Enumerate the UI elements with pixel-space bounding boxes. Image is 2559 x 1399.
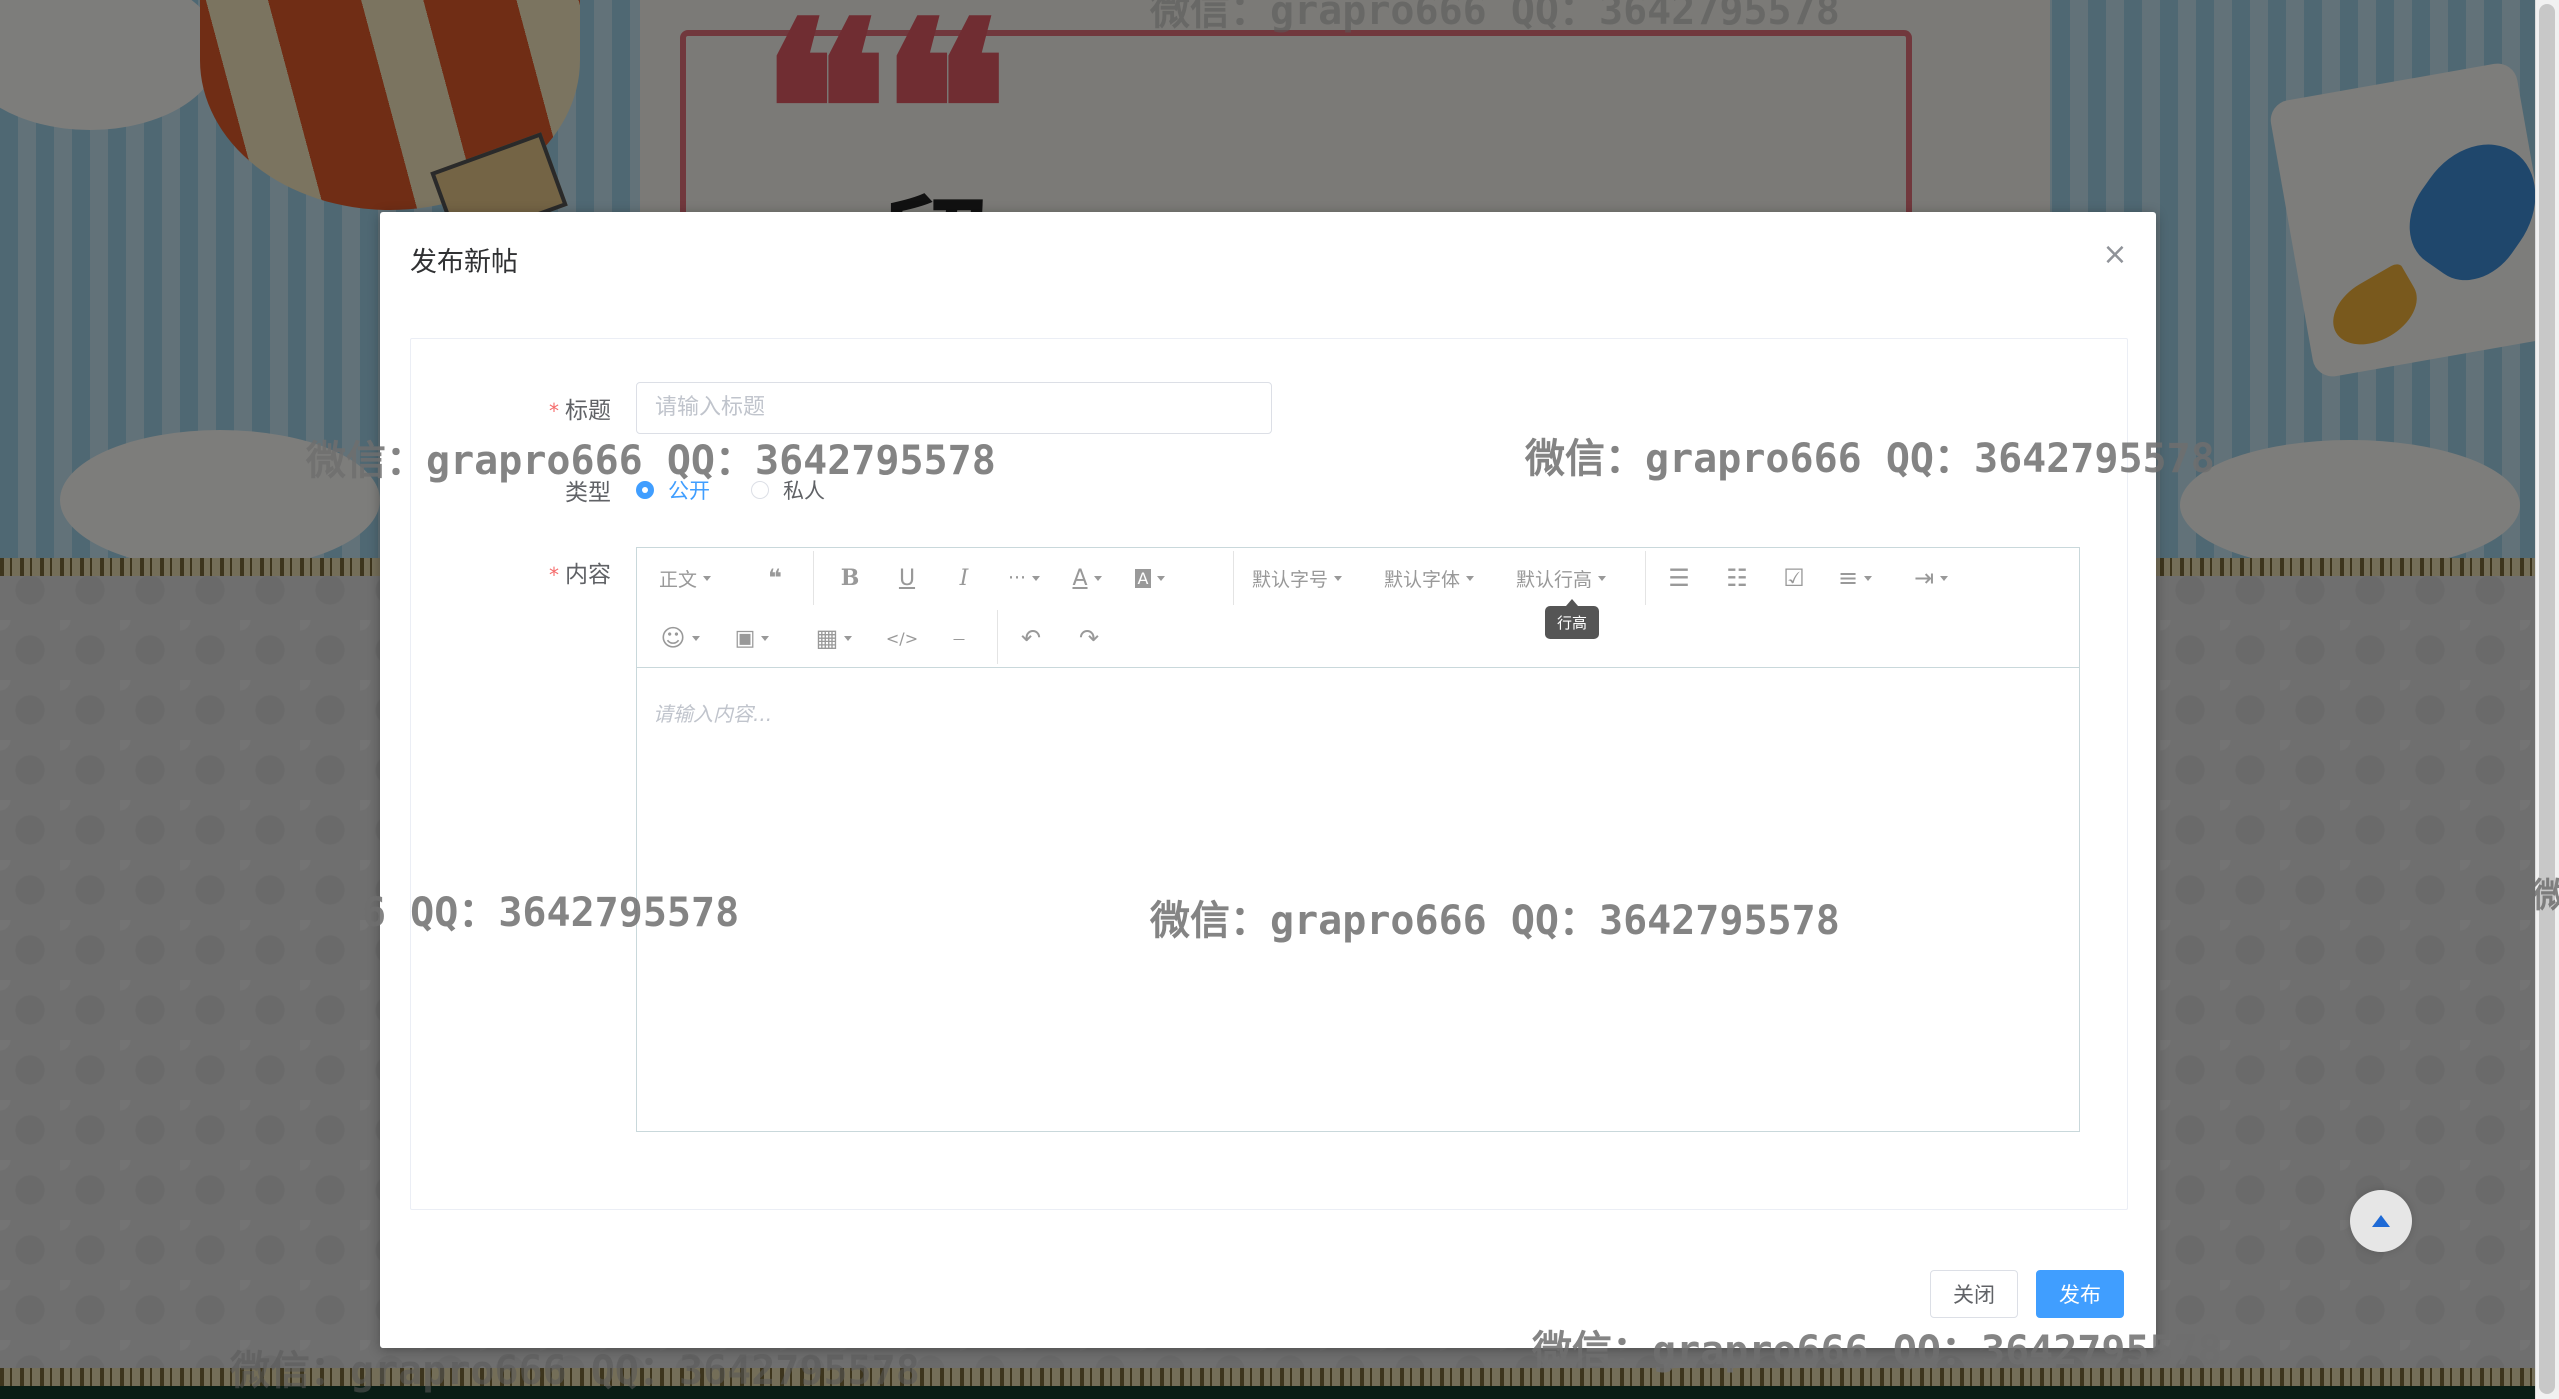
caret-down-icon (1334, 575, 1342, 581)
caret-down-icon (1466, 575, 1474, 581)
watermark: 6 QQ：3642795578 (362, 890, 740, 936)
caret-down-icon (1093, 575, 1102, 581)
close-button[interactable]: 关闭 (1930, 1270, 2018, 1318)
toolbar-separator (1645, 551, 1646, 605)
rich-text-editor: 正文 ❝ B U I ··· A A 默认字号 默认字体 默认行高 ☰ ☷ ☑ … (636, 547, 2080, 1132)
bg-color-icon[interactable]: A (1125, 558, 1175, 598)
bg-color-icon-glyph: A (1134, 568, 1152, 588)
font-size-label: 默认字号 (1251, 568, 1328, 591)
italic-icon[interactable]: I (944, 558, 984, 598)
caret-down-icon (844, 635, 853, 641)
indent-icon[interactable]: ⇥ (1903, 558, 1959, 598)
back-to-top-button[interactable] (2350, 1190, 2412, 1252)
publish-button[interactable]: 发布 (2036, 1270, 2124, 1318)
editor-placeholder[interactable]: 请输入内容... (653, 698, 772, 727)
editor-toolbar: 正文 ❝ B U I ··· A A 默认字号 默认字体 默认行高 ☰ ☷ ☑ … (637, 548, 2079, 668)
font-color-icon[interactable]: A (1062, 558, 1112, 598)
line-height-tooltip: 行高 (1545, 599, 1600, 639)
toolbar-separator (1233, 551, 1234, 605)
caret-down-icon (1032, 575, 1041, 581)
caret-down-icon (1864, 575, 1873, 581)
bold-icon[interactable]: B (830, 558, 870, 598)
code-icon[interactable]: </> (882, 618, 922, 658)
redo-icon[interactable]: ↷ (1069, 618, 1109, 658)
justify-icon-glyph: ≡ (1837, 564, 1859, 592)
indent-icon-glyph: ⇥ (1913, 564, 1935, 592)
title-label-text: 标题 (565, 398, 611, 424)
page-root: ❝ ❝ 留 发布新帖 × *标题 请输入标题 类型 公开 (0, 0, 2559, 1399)
more-icon[interactable]: ··· (999, 558, 1049, 598)
required-mark: * (549, 399, 559, 423)
undo-icon[interactable]: ↶ (1011, 618, 1051, 658)
justify-icon[interactable]: ≡ (1827, 558, 1883, 598)
title-label: * 标题 (411, 391, 611, 425)
blockquote-icon[interactable]: ❝ (755, 558, 795, 598)
image-icon[interactable]: ▣ (727, 618, 777, 658)
dialog-title: 发布新帖 (410, 247, 518, 278)
numbered-list-icon[interactable]: ☷ (1717, 558, 1757, 598)
bulleted-list-icon[interactable]: ☰ (1659, 558, 1699, 598)
close-icon[interactable]: × (2100, 240, 2130, 270)
caret-down-icon (1157, 575, 1166, 581)
paragraph-format-select[interactable]: 正文 (655, 558, 715, 598)
page-scrollbar-thumb[interactable] (2539, 4, 2555, 1394)
line-height-label: 默认行高 (1515, 568, 1592, 591)
content-label-text: 内容 (565, 562, 611, 588)
caret-down-icon (1940, 575, 1949, 581)
font-family-select[interactable]: 默认字体 (1379, 558, 1479, 598)
watermark: 微 (2532, 876, 2559, 916)
emoji-icon[interactable]: ☺ (655, 618, 705, 658)
paragraph-format-label: 正文 (658, 568, 697, 591)
watermark: 微信：grapro666 QQ：3642795578 (230, 1348, 920, 1394)
title-input[interactable]: 请输入标题 (636, 382, 1272, 434)
arrow-up-icon (2372, 1215, 2390, 1227)
watermark: 微信：grapro666 QQ：3642795578 (1150, 898, 1840, 944)
new-post-dialog: 发布新帖 × * 标题 请输入标题 类型 公开 私人 * 内容 正文 ❝ B U… (380, 212, 2156, 1348)
content-label: * 内容 (411, 555, 611, 589)
caret-down-icon (703, 575, 711, 581)
font-color-icon-glyph: A (1072, 565, 1088, 591)
watermark: 微信：grapro666 QQ：3642795578 (306, 438, 996, 484)
todo-icon[interactable]: ☑ (1774, 558, 1814, 598)
required-mark: * (549, 563, 559, 587)
caret-down-icon (691, 635, 700, 641)
image-icon-glyph: ▣ (734, 625, 756, 651)
underline-icon[interactable]: U (887, 558, 927, 598)
caret-down-icon (1598, 575, 1606, 581)
divider-icon[interactable]: ⎯ (939, 618, 979, 658)
title-input-placeholder: 请输入标题 (655, 395, 766, 420)
more-icon-glyph: ··· (1007, 567, 1027, 589)
font-size-select[interactable]: 默认字号 (1247, 558, 1347, 598)
toolbar-separator (813, 551, 814, 605)
emoji-icon-glyph: ☺ (660, 624, 686, 652)
toolbar-separator (997, 610, 998, 664)
table-icon[interactable]: ▦ (809, 618, 859, 658)
watermark: 微信：grapro666 QQ：3642795578 (1150, 0, 1840, 34)
table-icon-glyph: ▦ (815, 624, 839, 652)
line-height-select[interactable]: 默认行高 (1511, 558, 1611, 598)
watermark: 微信：grapro666 QQ：3642795578 (1525, 436, 2215, 482)
watermark: 微信：grapro666 QQ：3642795578 (1532, 1328, 2222, 1374)
caret-down-icon (761, 635, 770, 641)
font-family-label: 默认字体 (1383, 568, 1460, 591)
